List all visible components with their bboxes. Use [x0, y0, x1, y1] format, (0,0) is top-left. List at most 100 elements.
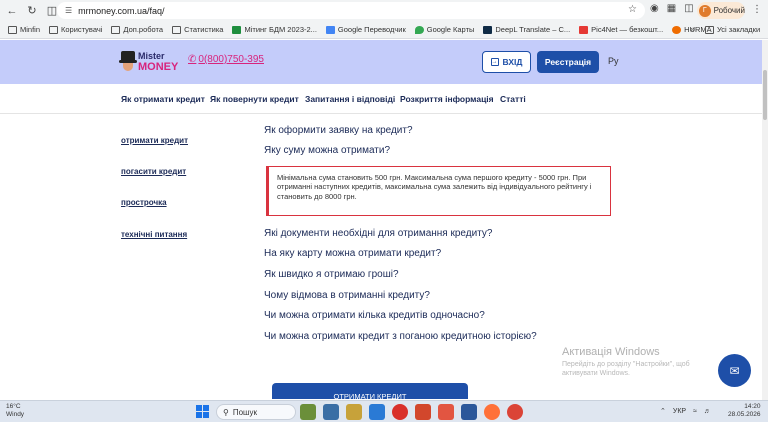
file-explorer-icon[interactable] — [346, 404, 362, 420]
phone-link[interactable]: ✆ 0(800)750-395 — [188, 54, 264, 65]
bookmark-meeting[interactable]: Мітинг БДМ 2023-2... — [232, 25, 317, 34]
pic4net-icon — [579, 25, 589, 34]
get-credit-button[interactable]: ОТРИМАТИ КРЕДИТ — [272, 383, 468, 399]
bookmark-pic4net[interactable]: Pic4Net — безкошт... — [579, 25, 663, 34]
reload-icon[interactable]: ↻ — [24, 3, 40, 19]
phone-icon: ✆ — [188, 54, 197, 65]
sheet-icon — [232, 25, 242, 34]
widget-icon[interactable] — [300, 404, 316, 420]
firefox-icon[interactable] — [484, 404, 500, 420]
split-view-icon[interactable]: ◫ — [684, 3, 693, 14]
extensions-icon[interactable]: ▦ — [667, 3, 676, 14]
taskbar-clock[interactable]: 14:20 28.05.2026 — [728, 403, 761, 420]
profile-label: Робочий — [713, 6, 745, 15]
site-nav: Як отримати кредит Як повернути кредит З… — [0, 84, 762, 114]
profile-button[interactable]: Г Робочий — [697, 2, 745, 19]
login-label: ВХІД — [502, 57, 523, 67]
bookmark-label: DeepL Translate – С... — [495, 25, 571, 34]
volume-icon[interactable]: ♬ — [704, 408, 711, 415]
site-logo[interactable]: Mister MONEY — [119, 49, 179, 75]
nav-get-credit[interactable]: Як отримати кредит — [121, 94, 205, 104]
mascot-face — [123, 63, 133, 71]
maps-icon — [414, 25, 424, 34]
wifi-icon[interactable]: ≈ — [693, 408, 697, 415]
taskbar-search-label: Пошук — [232, 407, 257, 417]
nav-faq[interactable]: Запитання і відповіді — [305, 94, 395, 104]
folder-icon — [8, 25, 17, 34]
register-label: Реєстрація — [544, 57, 592, 67]
nav-repay-credit[interactable]: Як повернути кредит — [210, 94, 299, 104]
page-scrollbar[interactable] — [762, 40, 768, 400]
chrome-icon[interactable] — [507, 404, 523, 420]
clock-time: 14:20 — [744, 403, 761, 410]
site-header: Mister MONEY ✆ 0(800)750-395 → ВХІД Реєс… — [0, 40, 762, 84]
faq-question[interactable]: Чому відмова в отриманні кредиту? — [264, 290, 430, 301]
weather-temp: 16°C — [6, 403, 21, 410]
store-icon[interactable] — [369, 404, 385, 420]
powerpoint-icon[interactable] — [415, 404, 431, 420]
activation-watermark-text: Перейдіть до розділу "Настройки", щоб ак… — [562, 361, 690, 378]
site-info-icon[interactable]: ☰ — [65, 6, 72, 15]
bookmark-label: Статистика — [184, 25, 224, 34]
bookmark-label: Minfin — [20, 25, 41, 34]
nav-articles[interactable]: Статті — [500, 94, 526, 104]
browser-menu-icon[interactable]: ⋮ — [752, 4, 762, 15]
url-text: mrmoney.com.ua/faq/ — [78, 5, 165, 16]
nav-disclosure[interactable]: Розкриття інформація — [400, 94, 494, 104]
sidebar-item-repay[interactable]: погасити кредит — [121, 167, 186, 176]
activation-watermark-title: Активація Windows — [562, 346, 660, 358]
pdf-icon[interactable] — [438, 404, 454, 420]
hurma-icon — [672, 25, 682, 34]
faq-question[interactable]: Як швидко я отримаю гроші? — [264, 269, 399, 280]
start-icon[interactable] — [196, 405, 209, 418]
weather-label: Windy — [6, 411, 25, 419]
folder-icon — [49, 25, 59, 34]
tray-chevron-icon[interactable]: ⌃ — [660, 407, 666, 415]
faq-question[interactable]: На яку карту можна отримати кредит? — [264, 248, 441, 259]
faq-question[interactable]: Які документи необхідні для отримання кр… — [264, 228, 492, 239]
login-icon: → — [490, 58, 499, 66]
faq-question[interactable]: Чи можна отримати кілька кредитів одноча… — [264, 310, 485, 321]
scrollbar-thumb[interactable] — [763, 70, 767, 120]
camera-icon[interactable]: ◉ — [650, 3, 659, 14]
address-bar[interactable]: ☰ mrmoney.com.ua/faq/ ☆ — [57, 2, 645, 19]
taskbar: 16°C Windy ⚲ Пошук ⌃ УКР ≈ ♬ 14:20 28.05… — [0, 400, 768, 422]
bookmark-minfin[interactable]: Minfin — [8, 25, 40, 34]
bookmark-label: Pic4Net — безкошт... — [591, 25, 664, 34]
back-icon[interactable]: ← — [4, 3, 20, 19]
sidebar-item-technical[interactable]: технічні питання — [121, 230, 187, 239]
folder-icon — [705, 25, 714, 34]
input-language[interactable]: УКР — [673, 408, 686, 415]
faq-question[interactable]: Яку суму можна отримати? — [264, 145, 390, 156]
bookmark-deepl[interactable]: DeepL Translate – С... — [483, 25, 570, 34]
login-button[interactable]: → ВХІД — [482, 51, 531, 73]
sidebar-item-get-credit[interactable]: отримати кредит — [121, 136, 188, 145]
bookmark-label: Мітинг БДМ 2023-2... — [244, 25, 317, 34]
chat-icon: ✉ — [729, 363, 740, 378]
bookmark-extra-work[interactable]: Доп.робота — [111, 25, 163, 34]
more-bookmarks-icon[interactable]: » — [690, 24, 695, 34]
logo-text-top: Mister — [138, 51, 165, 61]
bookmark-maps[interactable]: Google Карты — [414, 25, 474, 34]
bookmark-translate[interactable]: Google Переводчик — [325, 25, 406, 34]
avatar: Г — [699, 4, 711, 17]
faq-question[interactable]: Чи можна отримати кредит з поганою креди… — [264, 331, 537, 342]
sidebar-item-overdue[interactable]: прострочка — [121, 198, 167, 207]
taskbar-search[interactable]: ⚲ Пошук — [216, 404, 296, 420]
logo-text-bottom: MONEY — [138, 61, 179, 73]
chat-button[interactable]: ✉ — [718, 354, 751, 387]
bookmark-label: Доп.робота — [123, 25, 164, 34]
bookmark-star-icon[interactable]: ☆ — [628, 4, 637, 15]
search-icon: ⚲ — [223, 407, 229, 417]
faq-question[interactable]: Як оформити заявку на кредит? — [264, 125, 413, 136]
register-button[interactable]: Реєстрація — [537, 51, 599, 73]
word-icon[interactable] — [461, 404, 477, 420]
phone-number: 0(800)750-395 — [198, 54, 264, 65]
opera-icon[interactable] — [392, 404, 408, 420]
bookmark-statistics[interactable]: Статистика — [172, 25, 223, 34]
language-switch[interactable]: Ру — [608, 56, 619, 66]
bookmark-users[interactable]: Користувачі — [49, 25, 102, 34]
all-bookmarks[interactable]: Усі закладки — [705, 25, 760, 34]
weather-widget[interactable]: 16°C Windy — [6, 403, 24, 419]
task-view-icon[interactable] — [323, 404, 339, 420]
